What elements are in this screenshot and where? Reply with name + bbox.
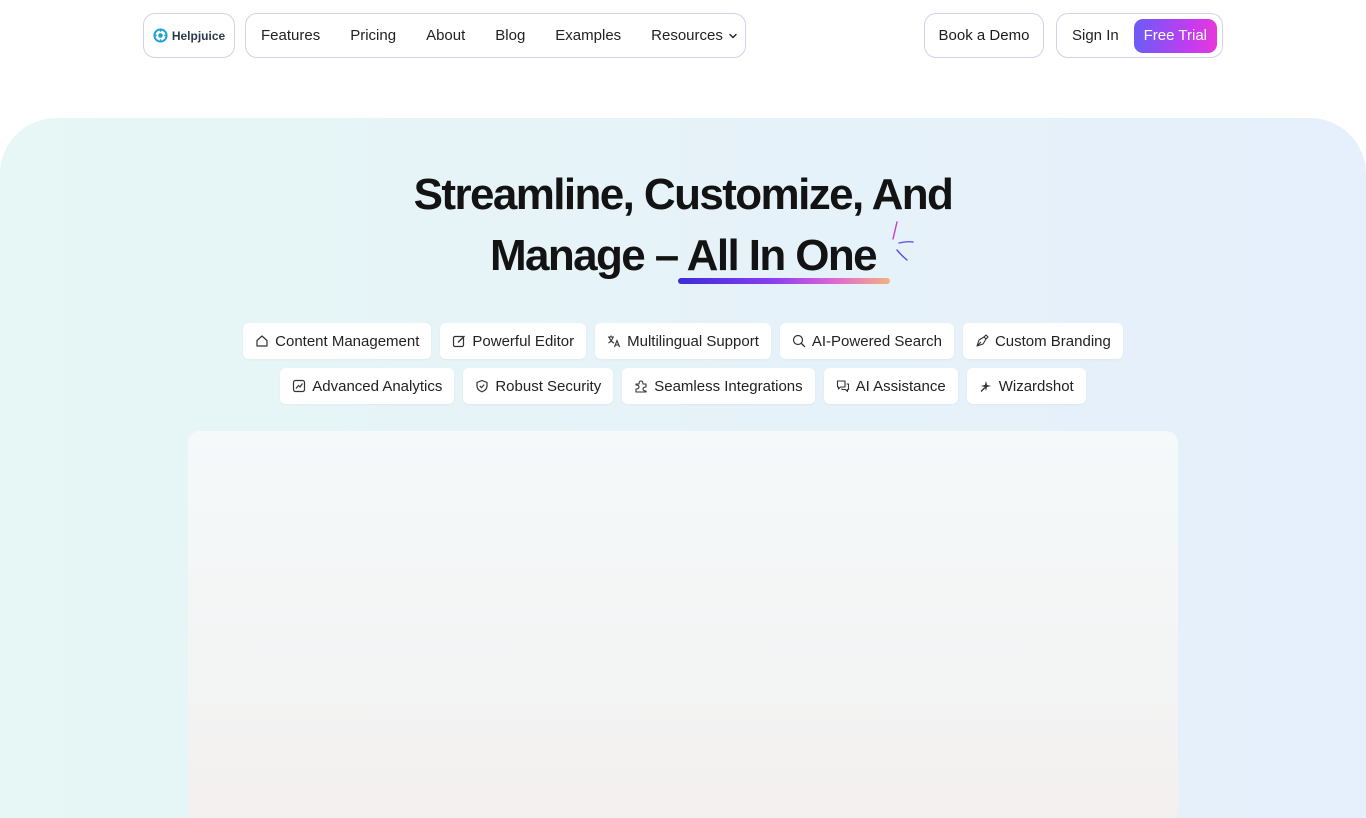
headline-line-1: Streamline, Customize, And bbox=[413, 170, 954, 219]
chip-label: AI Assistance bbox=[855, 377, 946, 395]
sparkle-accent-icon bbox=[892, 221, 914, 261]
headline-line-2-prefix: Manage – bbox=[489, 231, 687, 280]
product-preview-panel bbox=[188, 431, 1178, 818]
chip-ai-powered-search[interactable]: AI-Powered Search bbox=[779, 323, 954, 359]
search-icon bbox=[792, 334, 806, 348]
sparkle-icon bbox=[980, 380, 991, 392]
nav-pricing[interactable]: Pricing bbox=[350, 27, 396, 44]
free-trial-button[interactable]: Free Trial bbox=[1133, 18, 1217, 53]
chip-ai-assistance[interactable]: AI Assistance bbox=[823, 368, 958, 404]
chip-advanced-analytics[interactable]: Advanced Analytics bbox=[280, 368, 455, 404]
chip-label: Custom Branding bbox=[994, 332, 1111, 350]
hero-section: Streamline, Customize, And Manage – All … bbox=[0, 118, 1366, 818]
chat-icon bbox=[836, 380, 849, 393]
shield-icon bbox=[476, 379, 488, 393]
puzzle-icon bbox=[635, 380, 647, 393]
feature-chips-row-1: Content Management Powerful Editor Multi… bbox=[0, 323, 1366, 359]
chip-label: Seamless Integrations bbox=[654, 377, 803, 395]
chart-icon bbox=[293, 379, 306, 393]
helpjuice-logo-icon bbox=[153, 28, 168, 43]
feature-chips-row-2: Advanced Analytics Robust Security Seaml… bbox=[0, 368, 1366, 404]
nav-features[interactable]: Features bbox=[261, 27, 320, 44]
nav-about[interactable]: About bbox=[426, 27, 465, 44]
headline-highlight: All In One bbox=[686, 231, 878, 280]
home-icon bbox=[256, 335, 268, 347]
nav-blog[interactable]: Blog bbox=[495, 27, 525, 44]
chip-label: Wizardshot bbox=[998, 377, 1074, 395]
chevron-down-icon bbox=[729, 33, 737, 38]
chip-label: Content Management bbox=[275, 332, 420, 350]
chip-label: Multilingual Support bbox=[627, 332, 759, 350]
chip-label: Robust Security bbox=[495, 377, 602, 395]
top-navigation: Helpjuice Features Pricing About Blog Ex… bbox=[0, 0, 1366, 118]
chip-content-management[interactable]: Content Management bbox=[243, 323, 432, 359]
sign-in-link[interactable]: Sign In bbox=[1072, 27, 1119, 44]
chip-label: AI-Powered Search bbox=[811, 332, 942, 350]
chip-custom-branding[interactable]: Custom Branding bbox=[962, 323, 1123, 359]
hero-headline: Streamline, Customize, And Manage – All … bbox=[0, 164, 1366, 286]
book-demo-button[interactable]: Book a Demo bbox=[924, 13, 1044, 58]
logo-text: Helpjuice bbox=[171, 28, 226, 43]
nav-resources[interactable]: Resources bbox=[651, 27, 739, 44]
chip-label: Powerful Editor bbox=[472, 332, 575, 350]
nav-resources-label: Resources bbox=[651, 27, 723, 44]
translate-icon bbox=[608, 335, 621, 348]
nav-examples[interactable]: Examples bbox=[555, 27, 621, 44]
main-nav: Features Pricing About Blog Examples Res… bbox=[245, 13, 746, 58]
pen-tool-icon bbox=[976, 334, 989, 347]
auth-group: Sign In Free Trial bbox=[1056, 13, 1223, 58]
chip-label: Advanced Analytics bbox=[312, 377, 443, 395]
chip-wizardshot[interactable]: Wizardshot bbox=[966, 368, 1086, 404]
chip-seamless-integrations[interactable]: Seamless Integrations bbox=[622, 368, 815, 404]
headline-gradient-underline bbox=[678, 278, 890, 284]
chip-powerful-editor[interactable]: Powerful Editor bbox=[440, 323, 587, 359]
edit-icon bbox=[453, 335, 466, 348]
logo-link[interactable]: Helpjuice bbox=[143, 13, 235, 58]
chip-multilingual-support[interactable]: Multilingual Support bbox=[595, 323, 771, 359]
chip-robust-security[interactable]: Robust Security bbox=[463, 368, 614, 404]
